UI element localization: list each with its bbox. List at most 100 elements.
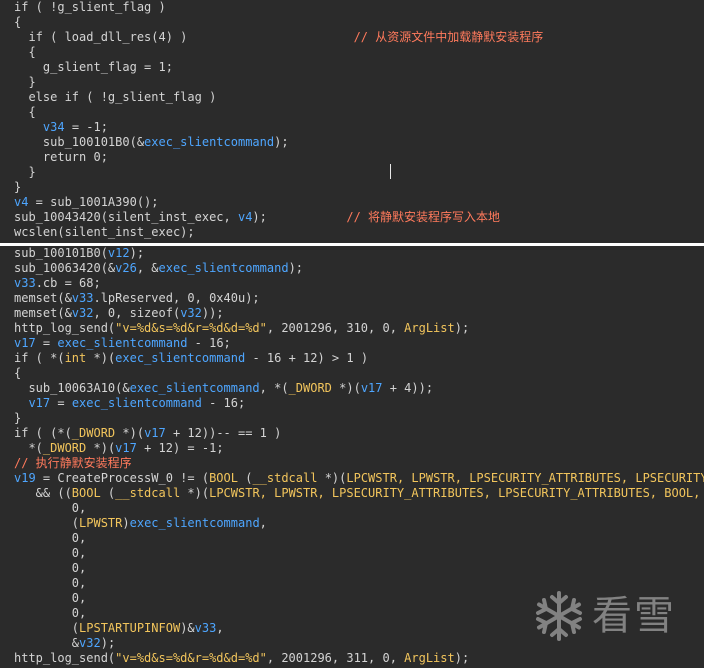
code-line[interactable]: } [14,411,704,426]
code-pane-top[interactable]: if ( !g_slient_flag ){ if ( load_dll_res… [0,0,704,243]
code-literal: "v=%d&s=%d&r=%d&d=%d" [115,321,267,335]
code-line[interactable]: sub_10063420(&v26, &exec_slientcommand); [14,261,704,276]
code-line[interactable]: 0, [14,531,704,546]
code-variable: v17 [360,381,383,395]
code-token: ( [237,471,253,485]
code-line[interactable]: { [14,366,704,381]
code-literal: LPCWSTR, LPWSTR, LPSECURITY_ATTRIBUTES, … [209,486,704,500]
code-token: & [14,636,80,650]
code-token: *( [14,441,43,455]
code-token: + 12))-- == 1 ) [165,426,282,440]
code-token: = -1; [64,120,108,134]
code-line[interactable]: sub_100101B0(v12); [14,246,704,261]
code-line[interactable]: if ( !g_slient_flag ) [14,0,543,15]
code-literal: BOOL [209,471,238,485]
code-variable: exec_slientcommand [115,351,246,365]
code-token: memset(& [14,306,72,320]
code-token: + 12) = -1; [136,441,224,455]
code-line[interactable]: 0, [14,546,704,561]
code-line[interactable]: if ( load_dll_res(4) ) // 从资源文件中加载静默安装程序 [14,30,543,45]
code-line[interactable]: 0, [14,501,704,516]
code-line[interactable]: v4 = sub_1001A390(); [14,195,543,210]
code-token: *)( [180,486,210,500]
code-line[interactable]: (LPWSTR)exec_slientcommand, [14,516,704,531]
code-token: if ( (*( [14,426,72,440]
code-token: 0, [14,591,87,605]
code-line[interactable]: v33.cb = 68; [14,276,704,291]
code-line[interactable]: } [14,165,543,180]
code-line[interactable]: memset(&v33.lpReserved, 0, 0x40u); [14,291,704,306]
code-token: , 2001296, 311, 0, [266,651,405,665]
code-line[interactable]: http_log_send("v=%d&s=%d&r=%d&d=%d", 200… [14,321,704,336]
code-line[interactable]: v19 = CreateProcessW_0 != (BOOL (__stdca… [14,471,704,486]
code-variable: exec_slientcommand [144,135,275,149]
code-token: return 0; [14,150,108,164]
code-token: ); [252,210,347,224]
code-variable: v17 [14,336,36,350]
code-variable: v33 [14,276,36,290]
code-line[interactable]: *(_DWORD *)(v17 + 12) = -1; [14,441,704,456]
code-line[interactable]: 0, [14,561,704,576]
code-token: } [14,165,36,179]
code-token: 0, [14,561,87,575]
code-token: ); [288,261,304,275]
code-token: } [14,75,36,89]
code-line[interactable]: http_log_send("v=%d&s=%d&r=%d&d=%d", 200… [14,651,704,666]
code-line[interactable]: v34 = -1; [14,120,543,135]
code-line[interactable]: // 执行静默安装程序 [14,456,704,471]
code-token: )); [201,306,224,320]
code-token: ); [100,636,116,650]
code-token: } [14,411,22,425]
code-token: { [14,105,36,119]
code-token: sub_100101B0(& [14,135,145,149]
code-token: && (( [14,486,72,500]
code-line[interactable]: sub_100101B0(&exec_slientcommand); [14,135,543,150]
code-variable: v26 [115,261,137,275]
code-variable: v33 [71,291,94,305]
code-line[interactable]: { [14,45,543,60]
code-line[interactable]: wcslen(silent_inst_exec); [14,225,543,240]
code-line[interactable]: g_slient_flag = 1; [14,60,543,75]
code-token: , & [136,261,159,275]
code-literal: _DWORD [42,441,87,455]
code-token: ( [14,621,80,635]
code-token: } [14,180,22,194]
code-line[interactable]: sub_10043420(silent_inst_exec, v4); // 将… [14,210,543,225]
watermark: 看雪 [532,588,692,644]
code-line[interactable]: v17 = exec_slientcommand - 16; [14,336,704,351]
code-line[interactable]: { [14,15,543,30]
code-token: , [259,516,267,530]
code-token: http_log_send( [14,321,116,335]
code-literal: LPCWSTR, LPWSTR, LPSECURITY_ATTRIBUTES, … [346,471,704,485]
code-line[interactable]: if ( (*(_DWORD *)(v17 + 12))-- == 1 ) [14,426,704,441]
code-token: g_slient_flag = 1; [14,60,173,74]
code-literal: ArgList [404,321,455,335]
code-literal: "v=%d&s=%d&r=%d&d=%d" [115,651,267,665]
code-token: else if ( !g_slient_flag ) [14,90,217,104]
code-variable: v4 [14,195,29,209]
code-token: ); [454,321,470,335]
code-token: wcslen(silent_inst_exec); [14,225,195,239]
code-line[interactable]: && ((BOOL (__stdcall *)(LPCWSTR, LPWSTR,… [14,486,704,501]
code-line[interactable]: else if ( !g_slient_flag ) [14,90,543,105]
code-line[interactable]: if ( *(int *)(exec_slientcommand - 16 + … [14,351,704,366]
code-line[interactable]: return 0; [14,150,543,165]
code-variable: exec_slientcommand [71,396,202,410]
code-line[interactable]: } [14,180,543,195]
code-line[interactable]: sub_10063A10(&exec_slientcommand, *(_DWO… [14,381,704,396]
code-line[interactable]: memset(&v32, 0, sizeof(v32)); [14,306,704,321]
code-token: sub_10043420(silent_inst_exec, [14,210,238,224]
code-literal: _DWORD [288,381,332,395]
snowflake-icon [536,591,582,641]
code-variable: exec_slientcommand [129,381,260,395]
code-comment: // 执行静默安装程序 [14,456,132,470]
code-line[interactable]: } [14,75,543,90]
code-line[interactable]: { [14,105,543,120]
code-token: )& [180,621,195,635]
code-literal: __stdcall [115,486,181,500]
code-token: = CreateProcessW_0 != ( [35,471,210,485]
code-token: - 16; [201,396,246,410]
pseudocode-view-top[interactable]: if ( !g_slient_flag ){ if ( load_dll_res… [14,0,543,240]
code-line[interactable]: v17 = exec_slientcommand - 16; [14,396,704,411]
